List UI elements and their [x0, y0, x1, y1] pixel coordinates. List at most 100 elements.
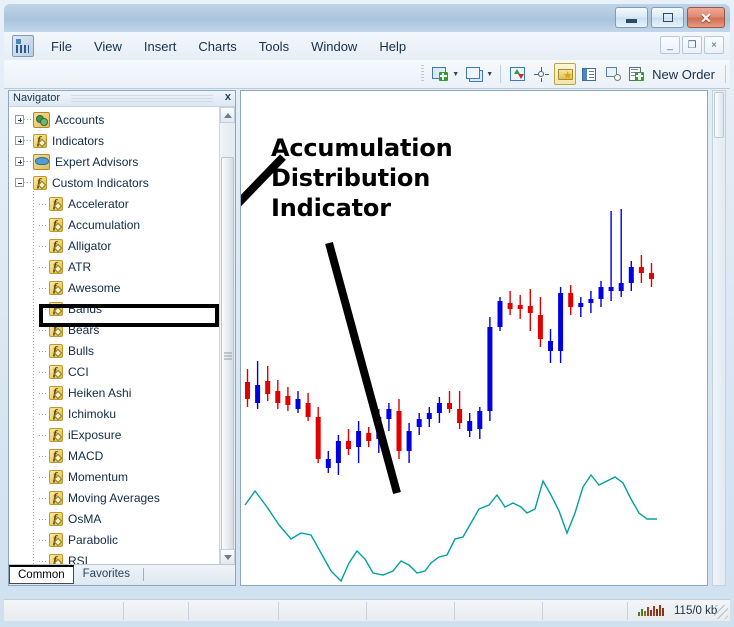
tree-connector [31, 533, 49, 547]
fx-icon [49, 532, 63, 547]
status-bar: 115/0 kb [4, 599, 730, 621]
candle-body [618, 283, 624, 291]
navigator-drag-handle[interactable] [71, 95, 213, 102]
tree-item-alligator[interactable]: Alligator [9, 235, 219, 256]
candle-body [325, 459, 331, 468]
menu-item-insert[interactable]: Insert [133, 36, 188, 57]
tree-item-bears[interactable]: Bears [9, 319, 219, 340]
candle-body [315, 417, 321, 459]
tab-common[interactable]: Common [9, 565, 74, 584]
tree-item-momentum[interactable]: Momentum [9, 466, 219, 487]
navigator-close-icon[interactable]: x [225, 91, 231, 103]
tree-item-bulls[interactable]: Bulls [9, 340, 219, 361]
window-controls: ✕ [615, 7, 725, 28]
tree-item-accelerator[interactable]: Accelerator [9, 193, 219, 214]
tree-connector [31, 260, 49, 274]
expert-icon [33, 153, 50, 170]
tree-item-label: Parabolic [68, 532, 119, 547]
tree-item-cci[interactable]: CCI [9, 361, 219, 382]
new-order-button[interactable] [626, 63, 648, 85]
tree-item-heiken-ashi[interactable]: Heiken Ashi [9, 382, 219, 403]
market-watch-icon [509, 67, 525, 81]
crosshair-button[interactable] [530, 63, 552, 85]
close-icon: ✕ [700, 9, 712, 26]
tree-item-label: Bulls [68, 343, 95, 358]
menu-item-file[interactable]: File [40, 36, 83, 57]
chart-window[interactable]: Accumulation Distribution Indicator [240, 90, 708, 586]
tree-item-expert-advisors[interactable]: Expert Advisors [9, 151, 219, 172]
application-window: ✕ File View Insert Charts Tools Window H… [0, 0, 734, 627]
navigator-scrollbar[interactable] [219, 107, 235, 565]
candle-body [487, 327, 493, 411]
candle-body [477, 411, 483, 429]
chart-scrollbar-thumb[interactable] [714, 92, 724, 138]
tree-item-indicators[interactable]: Indicators [9, 130, 219, 151]
profiles-button[interactable] [463, 63, 485, 85]
maximize-button[interactable] [651, 7, 684, 28]
candle-body [305, 403, 311, 417]
collapse-icon[interactable] [15, 178, 24, 187]
new-order-label[interactable]: New Order [652, 67, 715, 82]
tree-item-label: ATR [68, 259, 92, 274]
candle-body [356, 431, 362, 447]
navigator-title: Navigator [13, 92, 61, 104]
fx-icon [49, 301, 63, 316]
scroll-up-button[interactable] [220, 107, 235, 123]
navigator-button[interactable]: ★ [554, 63, 577, 85]
menu-item-tools[interactable]: Tools [248, 36, 300, 57]
new-chart-button[interactable] [429, 63, 451, 85]
mdi-minimize-button[interactable]: _ [660, 36, 680, 54]
tree-item-label: Momentum [68, 469, 129, 484]
candle-body [416, 419, 422, 427]
new-order-icon [629, 66, 645, 82]
tree-item-accounts[interactable]: Accounts [9, 109, 219, 130]
candle-body [497, 301, 503, 327]
menu-item-view[interactable]: View [83, 36, 133, 57]
annotation-line-3: Indicator [271, 194, 391, 223]
tree-item-custom-indicators[interactable]: Custom Indicators [9, 172, 219, 193]
candle-body [366, 433, 372, 441]
candle-body [426, 413, 432, 419]
tree-item-label: Ichimoku [68, 406, 117, 421]
menu-item-charts[interactable]: Charts [187, 36, 247, 57]
market-watch-button[interactable] [506, 63, 528, 85]
toolbar-separator [500, 65, 502, 83]
tree-item-rsi[interactable]: RSI [9, 550, 219, 565]
tree-item-accumulation[interactable]: Accumulation [9, 214, 219, 235]
tree-item-atr[interactable]: ATR [9, 256, 219, 277]
tree-item-osma[interactable]: OsMA [9, 508, 219, 529]
tree-item-bands[interactable]: Bands [9, 298, 219, 319]
profiles-dropdown[interactable]: ▼ [486, 71, 493, 78]
tree-item-label: Expert Advisors [55, 154, 139, 169]
tree-item-ichimoku[interactable]: Ichimoku [9, 403, 219, 424]
strategy-tester-button[interactable] [602, 63, 624, 85]
minimize-icon [626, 18, 637, 23]
toolbar-grip[interactable] [421, 65, 425, 83]
scroll-down-button[interactable] [220, 549, 235, 565]
tree-item-parabolic[interactable]: Parabolic [9, 529, 219, 550]
expand-icon[interactable] [15, 115, 24, 124]
scrollbar-thumb[interactable] [221, 157, 234, 555]
tree-item-moving-averages[interactable]: Moving Averages [9, 487, 219, 508]
chart-area-scrollbar[interactable] [712, 90, 726, 586]
close-button[interactable]: ✕ [687, 7, 725, 28]
expand-icon[interactable] [15, 157, 24, 166]
tree-item-label: OsMA [68, 511, 102, 526]
menu-item-window[interactable]: Window [300, 36, 368, 57]
mdi-close-button[interactable]: × [704, 36, 724, 54]
minimize-button[interactable] [615, 7, 648, 28]
expand-icon[interactable] [15, 136, 24, 145]
tree-connector [24, 140, 33, 141]
menu-item-help[interactable]: Help [368, 36, 417, 57]
fx-icon [49, 259, 63, 274]
resize-grip-icon[interactable] [714, 605, 728, 619]
terminal-button[interactable] [578, 63, 600, 85]
tree-item-iexposure[interactable]: iExposure [9, 424, 219, 445]
tree-item-macd[interactable]: MACD [9, 445, 219, 466]
mdi-restore-button[interactable]: ❐ [682, 36, 702, 54]
tree-item-label: iExposure [68, 427, 122, 442]
tree-connector [24, 182, 33, 183]
new-chart-dropdown[interactable]: ▼ [452, 71, 459, 78]
tab-favorites[interactable]: Favorites [74, 565, 139, 584]
tree-item-awesome[interactable]: Awesome [9, 277, 219, 298]
